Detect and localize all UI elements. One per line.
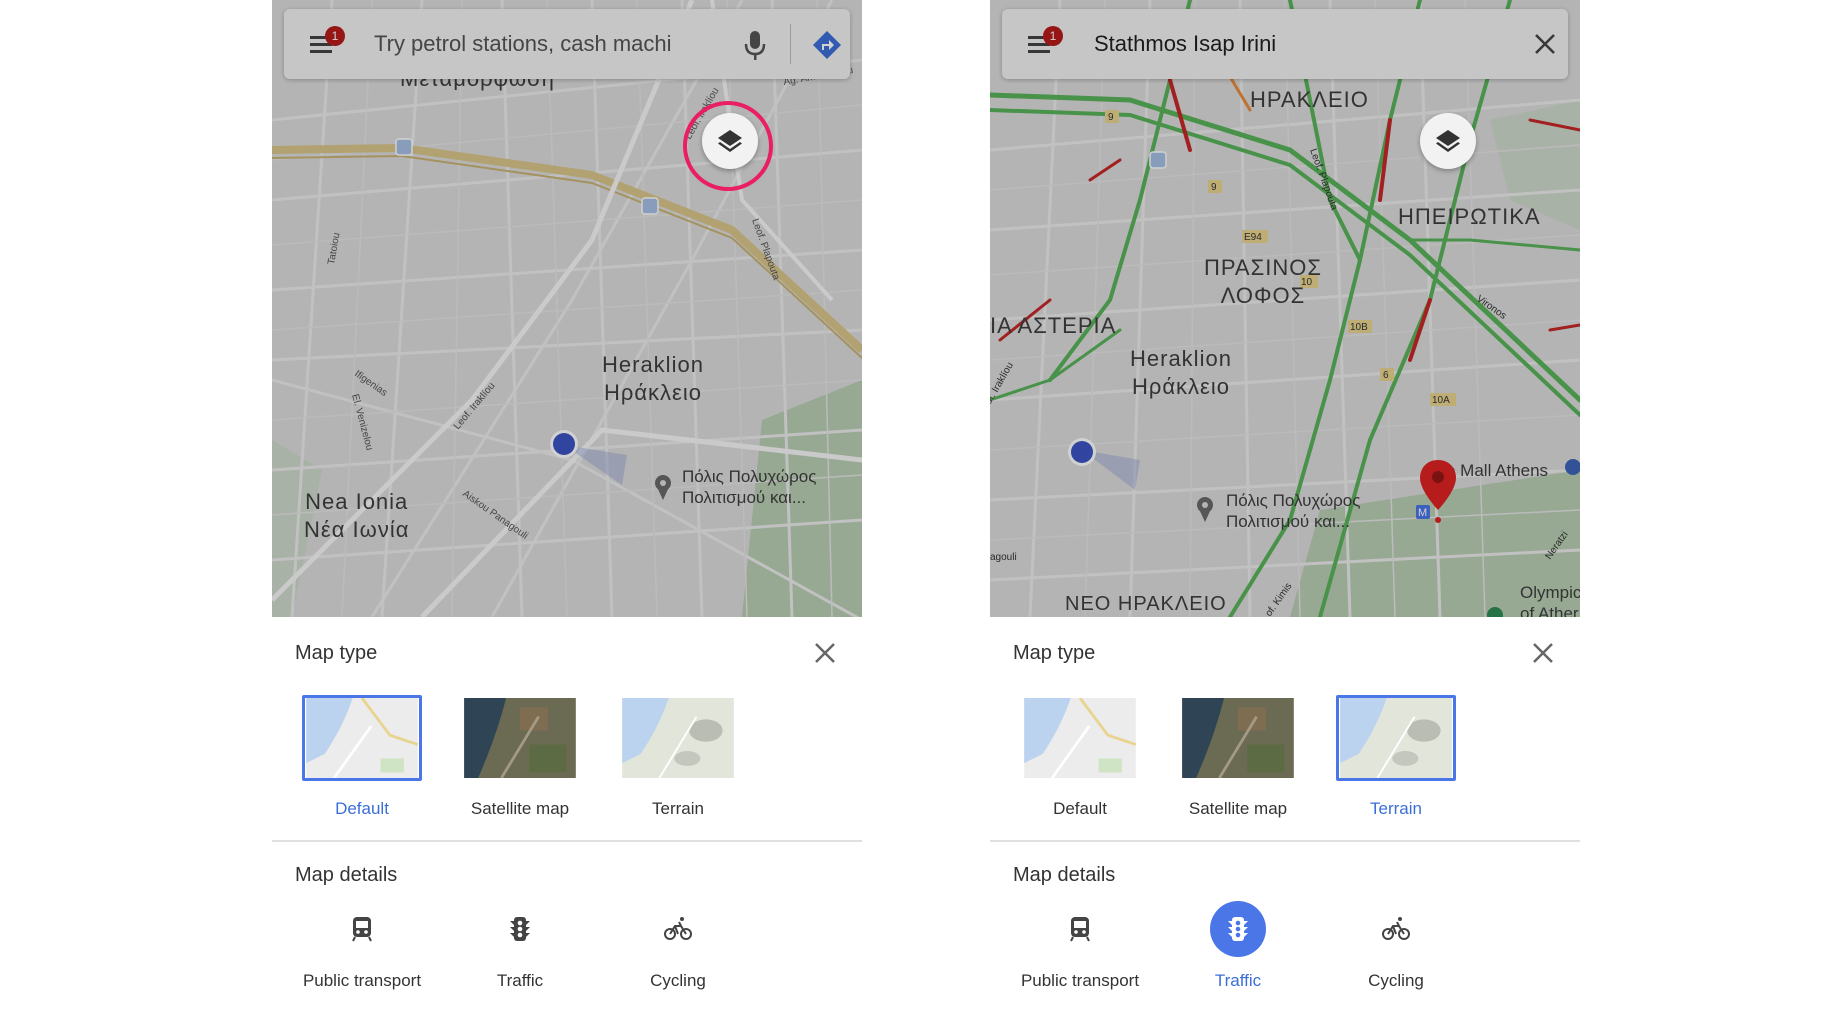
satellite-thumbnail	[460, 695, 580, 781]
train-icon	[352, 917, 372, 942]
olympic-label[interactable]: Olympic of Ather	[1520, 582, 1580, 617]
poi-label[interactable]: Πόλις Πολυχώρος Πολιτισμού και...	[1226, 490, 1360, 532]
satellite-thumbnail	[1178, 695, 1298, 781]
map-type-terrain[interactable]: Terrain	[1334, 695, 1458, 819]
detail-label: Cycling	[650, 971, 706, 990]
search-bar[interactable]: 1 Try petrol stations, cash machi	[284, 9, 850, 79]
detail-traffic[interactable]: Traffic	[1158, 901, 1318, 991]
phone-left: Leof. Iraklíou Leof. Plapouta Tatoiou El…	[272, 0, 862, 1010]
map-type-label: Terrain	[652, 799, 704, 818]
map-label-nea-ionia: Nea Ionia Νέα Ιωνία	[304, 489, 410, 542]
map-type-label: Terrain	[1370, 799, 1422, 818]
map-view[interactable]: 9 9 E94 10 10B 6 10A Leof. Plapouta Viro…	[990, 0, 1580, 617]
default-thumbnail	[1020, 695, 1140, 781]
section-divider	[272, 840, 862, 842]
detail-public-transport[interactable]: Public transport	[1000, 901, 1160, 991]
map-label-ipeirotika: ΗΠΕΙΡΩΤΙΚΑ	[1398, 204, 1541, 229]
map-pin-icon[interactable]	[1418, 458, 1458, 524]
map-type-label: Default	[1053, 799, 1107, 818]
map-type-title: Map type	[295, 642, 378, 664]
default-thumbnail	[302, 695, 422, 781]
terrain-thumbnail	[1336, 695, 1456, 781]
detail-cycling[interactable]: Cycling	[598, 901, 758, 991]
map-options-sheet: Map type Default Satellite map Terrain M…	[272, 617, 862, 1010]
traffic-toggle[interactable]	[492, 901, 548, 957]
map-type-default[interactable]: Default	[1018, 695, 1142, 819]
detail-label: Public transport	[1020, 971, 1140, 990]
poi-label[interactable]: Πόλις Πολυχώρος Πολιτισμού και...	[682, 466, 816, 508]
map-label-neo-herakleio: ΝΕΟ ΗΡΑΚΛΕΙΟ	[1065, 593, 1227, 615]
map-type-terrain[interactable]: Terrain	[616, 695, 740, 819]
detail-label: Public transport	[302, 971, 422, 990]
map-details-title: Map details	[295, 864, 398, 886]
map-type-label: Default	[335, 799, 389, 818]
map-type-label: Satellite map	[1188, 799, 1288, 818]
layers-button[interactable]	[1420, 113, 1476, 169]
traffic-toggle[interactable]	[1210, 901, 1266, 957]
detail-public-transport[interactable]: Public transport	[282, 901, 442, 991]
search-dim-overlay	[1002, 9, 1568, 79]
map-options-sheet: Map type Default Satellite map Terrain M…	[990, 617, 1580, 1010]
map-label-herakleio: ΗΡΑΚΛΕΙΟ	[1250, 87, 1369, 112]
train-icon	[1070, 917, 1090, 942]
map-label-heraklion: Heraklion Ηράκλειο	[1130, 346, 1232, 399]
map-type-default[interactable]: Default	[300, 695, 424, 819]
layers-icon	[1436, 130, 1460, 152]
cycling-toggle[interactable]	[650, 901, 706, 957]
detail-label: Cycling	[1368, 971, 1424, 990]
section-divider	[990, 840, 1580, 842]
detail-cycling[interactable]: Cycling	[1316, 901, 1476, 991]
highlight-ring	[683, 101, 773, 191]
map-details-title: Map details	[1013, 864, 1116, 886]
close-icon[interactable]	[812, 640, 838, 666]
public-transport-toggle[interactable]	[334, 901, 390, 957]
map-type-satellite[interactable]: Satellite map	[1176, 695, 1300, 819]
detail-traffic[interactable]: Traffic	[440, 901, 600, 991]
map-label-prasinos-lofos: ΠΡΑΣΙΝΟΣ ΛΟΦΟΣ	[1204, 255, 1322, 308]
map-type-satellite[interactable]: Satellite map	[458, 695, 582, 819]
terrain-thumbnail	[618, 695, 738, 781]
public-transport-toggle[interactable]	[1052, 901, 1108, 957]
detail-label: Traffic	[496, 971, 544, 990]
close-icon[interactable]	[1530, 640, 1556, 666]
map-type-title: Map type	[1013, 642, 1096, 664]
map-label-asteria: ΙΑ ΑΣΤΕΡΙΑ	[990, 313, 1117, 338]
traffic-light-icon	[1228, 917, 1248, 941]
search-bar[interactable]: 1 Stathmos Isap Irini	[1002, 9, 1568, 79]
phone-right: 9 9 E94 10 10B 6 10A Leof. Plapouta Viro…	[990, 0, 1580, 1010]
mall-label[interactable]: e Mall Athens	[1446, 460, 1548, 481]
map-view[interactable]: Leof. Iraklíou Leof. Plapouta Tatoiou El…	[272, 0, 862, 617]
detail-label: Traffic	[1214, 971, 1262, 990]
traffic-light-icon	[510, 917, 530, 941]
map-label-heraklion: Heraklion Ηράκλειο	[602, 352, 704, 405]
bicycle-icon	[664, 917, 692, 940]
bicycle-icon	[1382, 917, 1410, 940]
search-dim-overlay	[284, 9, 850, 79]
cycling-toggle[interactable]	[1368, 901, 1424, 957]
map-type-label: Satellite map	[470, 799, 570, 818]
